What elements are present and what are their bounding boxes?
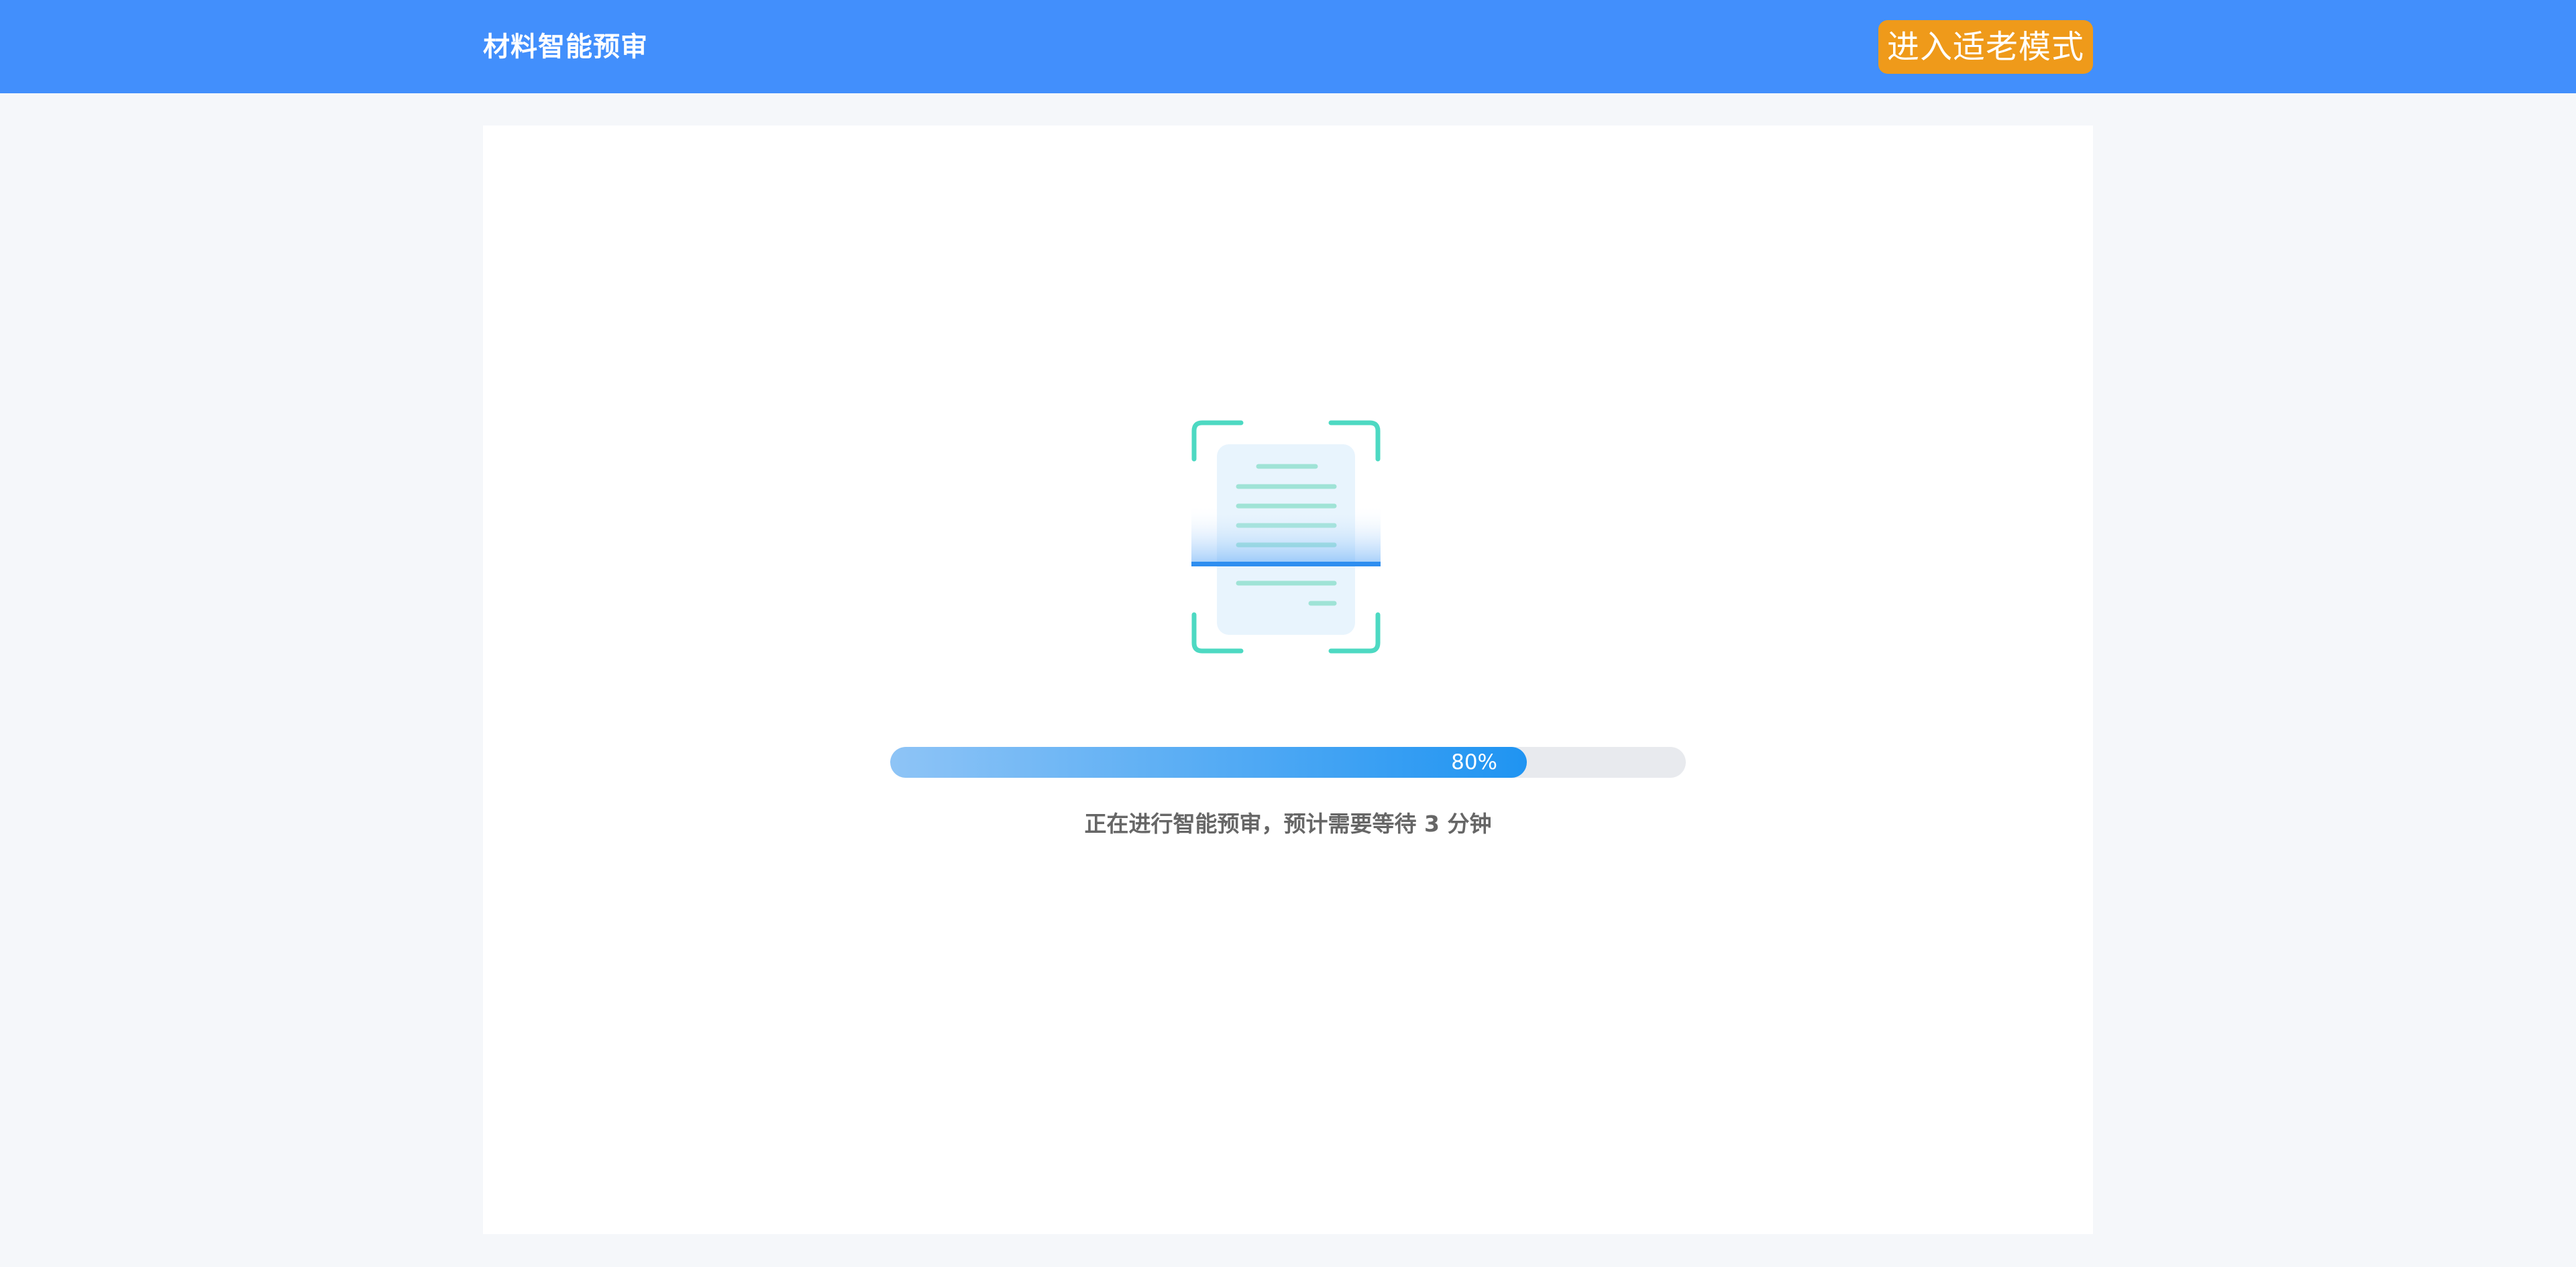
progress-percent: 80% bbox=[1451, 750, 1497, 774]
top-header: 材料智能预审 进入适老模式 bbox=[0, 0, 2576, 93]
page-title: 材料智能预审 bbox=[483, 32, 648, 62]
progress-bar: 80% bbox=[890, 747, 1686, 778]
main-panel bbox=[483, 125, 2093, 1234]
document-scan-icon bbox=[1191, 420, 1381, 654]
progress-fill: 80% bbox=[890, 747, 1527, 778]
status-message: 正在进行智能预审，预计需要等待 3 分钟 bbox=[1084, 811, 1492, 837]
elder-mode-button[interactable]: 进入适老模式 bbox=[1878, 20, 2093, 74]
